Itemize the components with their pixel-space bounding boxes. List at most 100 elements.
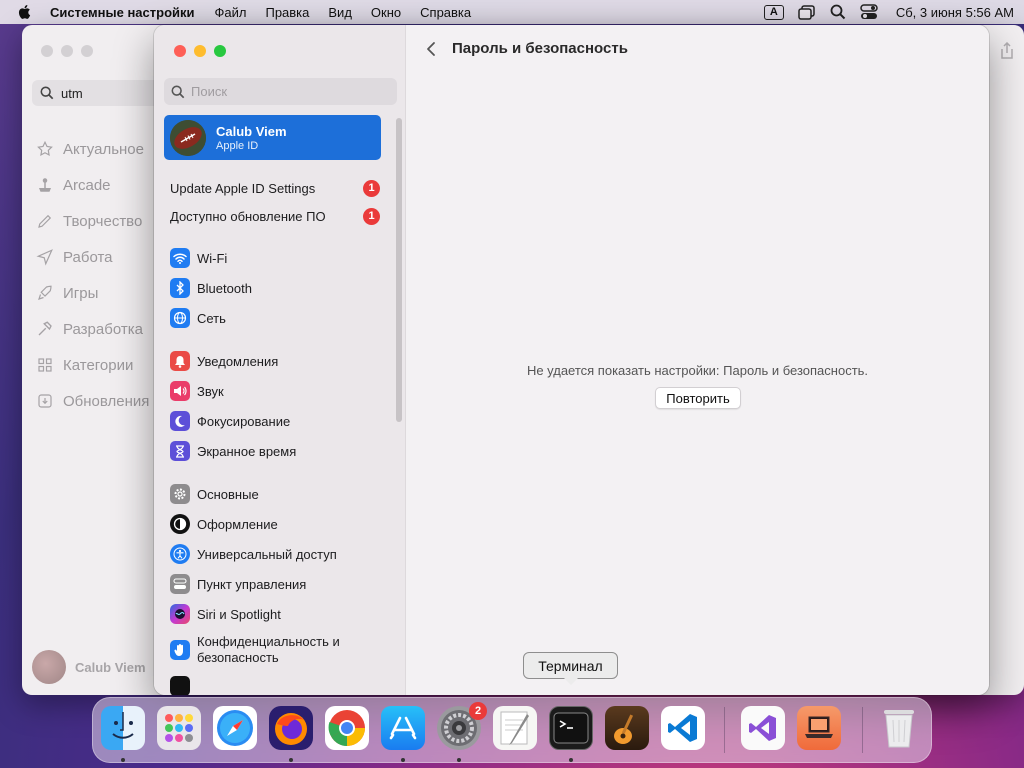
avatar — [170, 119, 206, 156]
sidebar-item-network[interactable]: Сеть — [170, 303, 252, 333]
app-store-nav-discover[interactable]: Актуальное — [36, 131, 149, 167]
dock-separator — [862, 707, 863, 753]
moon-icon — [170, 411, 190, 431]
safari-icon — [217, 710, 253, 746]
app-store-search-value: utm — [61, 85, 83, 101]
dock-chrome[interactable] — [325, 706, 369, 750]
input-source-icon[interactable]: A — [763, 4, 784, 20]
launchpad-icon — [165, 714, 193, 742]
wifi-icon — [170, 248, 190, 268]
sidebar-item-privacy-security[interactable]: Конфиденциальность и безопасность — [170, 629, 372, 671]
dock: 2 — [92, 697, 932, 763]
sidebar-item-general[interactable]: Основные — [170, 479, 372, 509]
control-center-icon[interactable] — [860, 4, 878, 20]
trash-icon — [884, 710, 914, 748]
apple-id-name: Calub Viem — [216, 123, 287, 139]
sidebar-group-network: Wi-Fi Bluetooth Сеть — [170, 243, 252, 333]
content-header: Пароль и безопасность — [426, 40, 628, 57]
sidebar-item-cutoff[interactable] — [170, 671, 372, 695]
desktop-dock-icon — [170, 676, 190, 695]
sidebar-item-apple-id[interactable]: Calub Viem Apple ID — [164, 115, 381, 160]
dock-firefox[interactable] — [269, 706, 313, 750]
sidebar-item-control-center[interactable]: Пункт управления — [170, 569, 372, 599]
firefox-icon — [275, 713, 307, 745]
close-button[interactable] — [174, 45, 186, 57]
search-icon — [40, 86, 54, 100]
menu-clock[interactable]: Сб, 3 июня 5:56 AM — [896, 5, 1014, 20]
sidebar-item-sound[interactable]: Звук — [170, 376, 296, 406]
app-store-nav-categories[interactable]: Категории — [36, 347, 149, 383]
sidebar-item-bluetooth[interactable]: Bluetooth — [170, 273, 252, 303]
app-store-nav-arcade[interactable]: Arcade — [36, 167, 149, 203]
bluetooth-icon — [170, 278, 190, 298]
dock-textedit[interactable] — [493, 706, 537, 750]
sidebar-scrollbar[interactable] — [396, 118, 402, 422]
spotlight-search-icon[interactable] — [830, 4, 846, 20]
sidebar-item-accessibility[interactable]: Универсальный доступ — [170, 539, 372, 569]
grid-icon — [38, 358, 52, 372]
finder-icon — [112, 712, 134, 739]
hammer-icon — [38, 321, 52, 336]
speaker-icon — [170, 381, 190, 401]
app-store-nav-updates[interactable]: Обновления — [36, 383, 149, 419]
inactive-window-controls[interactable] — [41, 45, 93, 57]
share-icon[interactable] — [1000, 42, 1014, 60]
running-indicator — [457, 758, 461, 762]
sidebar-item-focus[interactable]: Фокусирование — [170, 406, 296, 436]
gear-icon — [170, 484, 190, 504]
stage-manager-icon[interactable] — [798, 4, 816, 20]
laptop-icon — [805, 716, 833, 738]
app-store-nav-work[interactable]: Работа — [36, 239, 149, 275]
app-store-nav-develop[interactable]: Разработка — [36, 311, 149, 347]
settings-search-input[interactable]: Поиск — [164, 78, 397, 105]
dock-finder[interactable] — [101, 706, 145, 750]
menu-edit[interactable]: Правка — [265, 5, 309, 20]
dock-garageband[interactable] — [605, 706, 649, 750]
sidebar-item-appearance[interactable]: Оформление — [170, 509, 372, 539]
app-store-account[interactable]: Calub Viem — [32, 650, 146, 684]
dock-app-store[interactable] — [381, 706, 425, 750]
sidebar-item-screen-time[interactable]: Экранное время — [170, 436, 296, 466]
dock-vscode[interactable] — [661, 706, 705, 750]
app-name-menu[interactable]: Системные настройки — [50, 5, 195, 20]
notification-badge: 1 — [363, 179, 380, 197]
control-center-icon — [170, 574, 190, 594]
brush-icon — [38, 214, 52, 228]
app-store-nav-play[interactable]: Игры — [36, 275, 149, 311]
sidebar-item-update-apple-id[interactable]: Update Apple ID Settings 1 — [170, 176, 380, 200]
zoom-button[interactable] — [214, 45, 226, 57]
sidebar-item-siri-spotlight[interactable]: Siri и Spotlight — [170, 599, 372, 629]
dock-separator — [724, 707, 725, 753]
menu-view[interactable]: Вид — [328, 5, 352, 20]
dock-terminal[interactable] — [549, 706, 593, 750]
dock-safari[interactable] — [213, 706, 257, 750]
sidebar-item-software-update[interactable]: Доступно обновление ПО 1 — [170, 204, 380, 228]
app-store-icon — [389, 716, 417, 740]
menu-file[interactable]: Файл — [215, 5, 247, 20]
sidebar-item-notifications[interactable]: Уведомления — [170, 346, 296, 376]
app-store-nav-create[interactable]: Творчество — [36, 203, 149, 239]
notification-badge: 1 — [363, 207, 380, 225]
dock-visual-studio[interactable] — [741, 706, 785, 750]
menu-help[interactable]: Справка — [420, 5, 471, 20]
star-icon — [37, 140, 53, 157]
dock-launchpad[interactable] — [157, 706, 201, 750]
dock-utm[interactable] — [797, 706, 841, 750]
football-icon — [170, 119, 206, 156]
retry-button[interactable]: Повторить — [655, 387, 741, 409]
search-placeholder: Поиск — [191, 84, 228, 99]
sidebar-item-wifi[interactable]: Wi-Fi — [170, 243, 252, 273]
running-indicator — [121, 758, 125, 762]
minimize-button[interactable] — [194, 45, 206, 57]
chrome-icon — [328, 710, 365, 746]
visual-studio-icon — [749, 715, 776, 741]
error-message: Не удается показать настройки: Пароль и … — [526, 363, 869, 378]
back-chevron-icon[interactable] — [426, 41, 436, 57]
dock-tooltip: Терминал — [523, 652, 618, 685]
running-indicator — [289, 758, 293, 762]
menu-window[interactable]: Окно — [371, 5, 401, 20]
running-indicator — [569, 758, 573, 762]
apple-menu-icon[interactable] — [16, 3, 34, 21]
sidebar-group-general: Основные Оформление Универсальный доступ… — [170, 479, 372, 695]
dock-trash[interactable] — [877, 706, 921, 750]
